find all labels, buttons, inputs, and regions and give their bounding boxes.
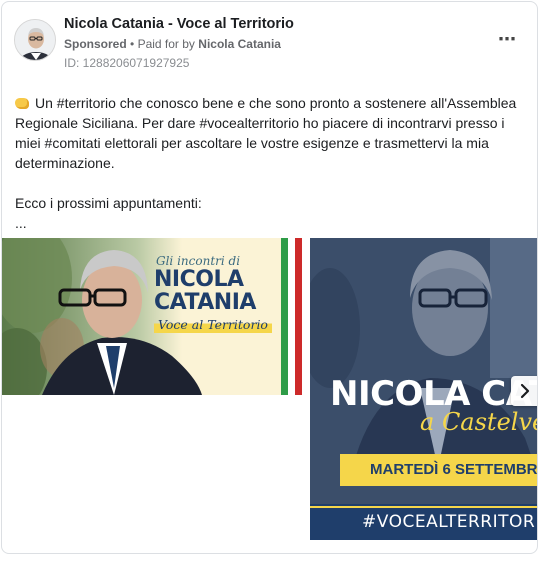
separator-dot: • (130, 37, 135, 51)
more-options-icon[interactable]: ⋯ (493, 30, 521, 52)
page-name[interactable]: Nicola Catania - Voce al Territorio (64, 16, 294, 32)
avatar[interactable] (14, 19, 56, 61)
post-appointments-intro: Ecco i prossimi appuntamenti: (15, 195, 202, 211)
post-text: Un #territorio che conosco bene e che so… (15, 93, 531, 233)
library-id: ID: 1288206071927925 (64, 56, 190, 70)
post-ellipsis[interactable]: ... (15, 213, 531, 233)
carousel-next-button[interactable] (511, 376, 537, 406)
italian-flag-stripe (281, 238, 302, 395)
slide-1-name-line2: CATANIA (154, 290, 256, 315)
carousel-slide-1[interactable]: Gli incontri di NICOLA CATANIA Voce al T… (2, 238, 302, 395)
ad-card: Nicola Catania - Voce al Territorio Spon… (1, 1, 538, 554)
handshake-icon (15, 98, 29, 109)
post-paragraph: Un #territorio che conosco bene e che so… (15, 93, 531, 173)
post-body: Un #territorio che conosco bene e che so… (15, 95, 517, 171)
slide-1-name-line1: NICOLA (154, 267, 244, 292)
sponsored-line: Sponsored • Paid for by Nicola Catania (64, 37, 281, 51)
payer-name[interactable]: Nicola Catania (198, 37, 281, 51)
slide-1-subtitle: Gli incontri di (156, 254, 241, 268)
slide-2-date: MARTEDÌ 6 SETTEMBR (340, 454, 537, 486)
profile-photo (15, 20, 55, 60)
sponsored-label: Sponsored (64, 37, 127, 51)
slide-1-tagline: Voce al Territorio (154, 316, 272, 333)
carousel-slide-2[interactable]: NICOLA CATA a Castelvet MARTEDÌ 6 SETTEM… (310, 238, 537, 540)
paid-for-by-label: Paid for by (137, 37, 195, 51)
image-carousel: Gli incontri di NICOLA CATANIA Voce al T… (2, 238, 537, 540)
slide-2-place: a Castelvet (420, 408, 537, 436)
slide-1-name: NICOLA CATANIA (154, 268, 256, 314)
chevron-right-icon (520, 383, 530, 399)
slide-2-hashtag: #VOCEALTERRITOR (362, 512, 536, 532)
slide-2-hashtag-rule (310, 506, 537, 508)
